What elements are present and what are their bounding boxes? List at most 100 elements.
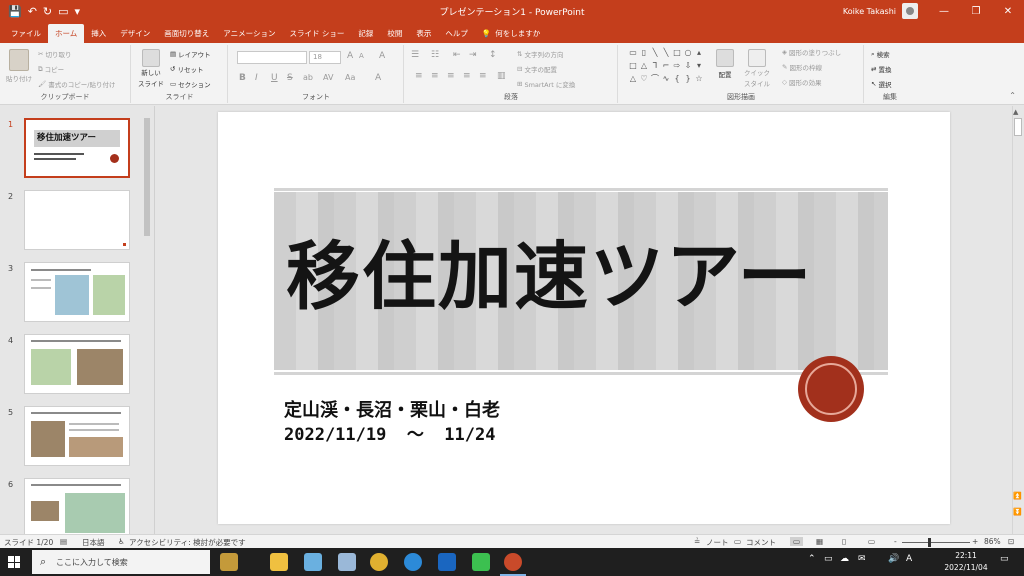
redo-icon[interactable]: ↻: [43, 5, 52, 18]
align-left-icon[interactable]: ≡: [415, 71, 423, 81]
rect2-shape-icon[interactable]: □: [628, 60, 638, 72]
cut-button[interactable]: ✂ 切り取り: [38, 49, 71, 59]
tab-review[interactable]: 校閲: [380, 24, 409, 43]
align-text-button[interactable]: ⊟ 文字の配置: [517, 64, 557, 74]
brace-right-shape-icon[interactable]: }: [683, 73, 693, 85]
heart-shape-icon[interactable]: ♡: [639, 73, 649, 85]
editor-scroll-thumb[interactable]: [1014, 118, 1022, 136]
smartart-button[interactable]: ⊞ SmartArt に変換: [517, 79, 575, 89]
notes-button[interactable]: ノート: [706, 537, 729, 548]
tab-insert[interactable]: 挿入: [84, 24, 113, 43]
copy-button[interactable]: ⧉ コピー: [38, 64, 64, 75]
tell-me-search[interactable]: 💡 何をしますか: [475, 24, 547, 43]
slide-subtitle-line1[interactable]: 定山渓・長沼・栗山・白老: [284, 396, 500, 422]
zoom-in-button[interactable]: +: [972, 537, 978, 546]
ime-icon[interactable]: A: [906, 554, 912, 564]
elbow-shape-icon[interactable]: ⅂: [650, 60, 660, 72]
present-icon[interactable]: ▭: [58, 5, 68, 18]
triangle-shape-icon[interactable]: △: [639, 60, 649, 72]
scroll-up-icon[interactable]: ▲: [1013, 108, 1018, 116]
tab-design[interactable]: デザイン: [113, 24, 157, 43]
app-icon[interactable]: [338, 553, 356, 571]
font-grow-button[interactable]: A: [347, 51, 353, 61]
font-color-button[interactable]: A: [375, 73, 381, 83]
slide-sorter-icon[interactable]: ▦: [816, 537, 823, 546]
reset-button[interactable]: ↺ リセット: [170, 64, 203, 74]
app-icon[interactable]: [304, 553, 322, 571]
replace-button[interactable]: ⇄ 置換: [871, 64, 891, 74]
tab-transitions[interactable]: 画面切り替え: [157, 24, 216, 43]
customize-qat-icon[interactable]: ▾: [75, 5, 81, 18]
tab-file[interactable]: ファイル: [4, 24, 48, 43]
brace-left-shape-icon[interactable]: {: [672, 73, 682, 85]
normal-view-icon[interactable]: ▭: [790, 537, 804, 546]
textbox-v-shape-icon[interactable]: ▯: [639, 47, 649, 59]
curve-shape-icon[interactable]: ⌒: [650, 73, 660, 85]
accessibility-status[interactable]: アクセシビリティ: 検討が必要です: [129, 537, 246, 548]
rect-shape-icon[interactable]: □: [672, 47, 682, 59]
windows-start-icon[interactable]: [8, 556, 20, 568]
taskbar-clock[interactable]: 22:11 2022/11/04: [938, 550, 994, 574]
close-button[interactable]: ✕: [992, 0, 1024, 22]
avatar[interactable]: [902, 3, 918, 19]
triangle2-shape-icon[interactable]: △: [628, 73, 638, 85]
shape-outline-button[interactable]: ✎ 図形の枠線: [782, 62, 822, 72]
slide-subtitle-line2[interactable]: 2022/11/19 ～ 11/24: [284, 420, 495, 445]
layout-button[interactable]: ▤ レイアウト: [170, 49, 211, 59]
section-button[interactable]: ▭ セクション: [170, 79, 211, 89]
mail-tray-icon[interactable]: ✉: [858, 554, 866, 564]
align-center-icon[interactable]: ≡: [431, 71, 439, 81]
comments-button[interactable]: コメント: [746, 537, 776, 548]
zoom-level[interactable]: 86%: [984, 537, 1001, 546]
zoom-slider[interactable]: [902, 542, 970, 543]
volume-icon[interactable]: 🔊: [888, 554, 899, 564]
tab-record[interactable]: 記録: [351, 24, 380, 43]
bullets-icon[interactable]: ☰: [411, 50, 419, 60]
slide-canvas[interactable]: 移住加速ツアー 定山渓・長沼・栗山・白老 2022/11/19 ～ 11/24: [218, 112, 950, 524]
font-size-box[interactable]: 18: [309, 51, 341, 64]
indent-decrease-icon[interactable]: ⇤: [453, 50, 461, 60]
slide-thumbnail[interactable]: 3: [0, 262, 150, 328]
line-app-icon[interactable]: [472, 553, 490, 571]
find-button[interactable]: ⌕ 検索: [871, 49, 890, 60]
spacing-button[interactable]: AV: [323, 73, 333, 82]
tab-animations[interactable]: アニメーション: [216, 24, 282, 43]
line2-shape-icon[interactable]: ╲: [661, 47, 671, 59]
outlook-icon[interactable]: [438, 553, 456, 571]
slide-thumbnail[interactable]: 6: [0, 478, 150, 534]
line-spacing-icon[interactable]: ↕: [489, 50, 497, 60]
line-shape-icon[interactable]: ╲: [650, 47, 660, 59]
shape-effects-button[interactable]: ◇ 図形の効果: [782, 77, 822, 87]
tab-view[interactable]: 表示: [409, 24, 438, 43]
reading-view-icon[interactable]: ▯: [842, 537, 846, 546]
tab-slideshow[interactable]: スライド ショー: [282, 24, 351, 43]
powerpoint-icon[interactable]: [504, 553, 522, 571]
font-shrink-button[interactable]: A: [359, 52, 364, 60]
notifications-icon[interactable]: ▭: [1000, 554, 1009, 564]
language-status[interactable]: 日本語: [82, 537, 105, 548]
italic-button[interactable]: I: [255, 73, 258, 83]
restore-button[interactable]: ❐: [960, 0, 992, 22]
quick-styles-button[interactable]: クイック スタイル: [744, 49, 770, 89]
slideshow-icon[interactable]: ▭: [868, 537, 875, 546]
zoom-slider-knob[interactable]: [928, 538, 931, 547]
star-shape-icon[interactable]: ☆: [694, 73, 704, 85]
columns-icon[interactable]: ▥: [497, 71, 506, 81]
slide-thumbnail[interactable]: 2: [0, 190, 150, 256]
new-slide-button[interactable]: 新しい スライド: [138, 49, 164, 89]
save-icon[interactable]: 💾: [8, 5, 22, 18]
more-shapes-icon[interactable]: ▴: [694, 47, 704, 59]
clear-format-button[interactable]: A: [379, 51, 385, 61]
arrange-button[interactable]: 配置: [716, 49, 734, 79]
taskbar-search-input[interactable]: ここに入力して検索: [32, 550, 210, 574]
zoom-out-button[interactable]: -: [894, 537, 897, 546]
file-explorer-icon[interactable]: [270, 553, 288, 571]
shape-fill-button[interactable]: ◈ 図形の塗りつぶし: [782, 47, 841, 57]
underline-button[interactable]: U: [271, 73, 278, 83]
justify-icon[interactable]: ≡: [463, 71, 471, 81]
bold-button[interactable]: B: [239, 73, 246, 83]
slide-thumbnail[interactable]: 5: [0, 406, 150, 472]
shadow-button[interactable]: ab: [303, 73, 313, 82]
minimize-button[interactable]: —: [928, 0, 960, 22]
chrome-icon[interactable]: [370, 553, 388, 571]
